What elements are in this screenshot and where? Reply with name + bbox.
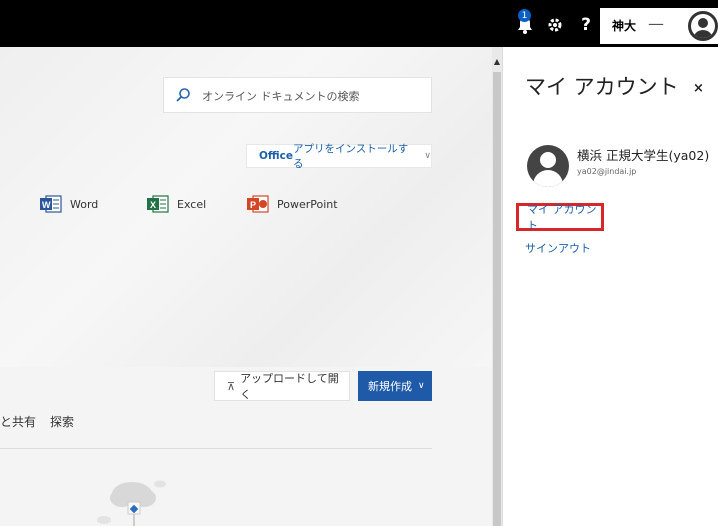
chevron-down-icon: ∨ xyxy=(424,151,431,161)
install-office-button[interactable]: Office アプリをインストールする ∨ xyxy=(246,143,432,170)
search-icon xyxy=(176,88,190,102)
gear-icon xyxy=(548,18,562,32)
app-word[interactable]: W Word xyxy=(40,195,98,213)
install-office-label: アプリをインストールする xyxy=(292,143,409,170)
install-office-bold: Office xyxy=(259,150,293,162)
app-powerpoint-label: PowerPoint xyxy=(277,197,338,211)
user-dash: — xyxy=(648,14,664,33)
avatar[interactable] xyxy=(688,11,718,41)
scrollbar-thumb[interactable] xyxy=(493,72,501,526)
upload-open-button[interactable]: ⊼ アップロードして開く xyxy=(214,371,350,401)
tab-discover[interactable]: 探索 xyxy=(50,413,74,430)
user-name: 神大 xyxy=(612,19,637,33)
svg-text:P: P xyxy=(250,200,256,210)
close-button[interactable]: × xyxy=(693,81,704,96)
search-input[interactable]: オンライン ドキュメントの検索 xyxy=(163,77,432,113)
scroll-up-icon[interactable]: ▲ xyxy=(492,57,502,66)
new-label: 新規作成 xyxy=(368,380,412,393)
notification-badge: 1 xyxy=(518,9,531,22)
sign-out-link[interactable]: サインアウト xyxy=(525,240,591,256)
account-avatar xyxy=(527,145,569,187)
my-account-link[interactable]: マイ アカウント xyxy=(516,203,604,232)
help-button[interactable]: ? xyxy=(571,8,601,42)
app-excel-label: Excel xyxy=(177,197,207,211)
settings-button[interactable] xyxy=(540,8,570,42)
upload-label: アップロードして開く xyxy=(240,372,339,401)
account-name: 横浜 正規大学生(ya02) xyxy=(577,148,710,163)
main-content: オンライン ドキュメントの検索 Office アプリをインストールする ∨ W … xyxy=(0,47,492,526)
upload-icon: ⊼ xyxy=(227,379,236,393)
divider xyxy=(0,448,432,449)
panel-title: マイ アカウント xyxy=(525,75,679,99)
svg-text:X: X xyxy=(150,200,156,210)
user-menu[interactable]: 神大 — xyxy=(600,8,718,44)
account-email: ya02@jindai.jp xyxy=(577,167,637,176)
new-document-button[interactable]: 新規作成 ∨ xyxy=(358,371,432,401)
scrollbar[interactable]: ▲ xyxy=(492,47,502,526)
powerpoint-icon: P xyxy=(247,195,269,213)
svg-text:W: W xyxy=(42,200,51,210)
account-panel: マイ アカウント × 横浜 正規大学生(ya02) ya02@jindai.jp… xyxy=(502,47,718,526)
document-tabs: と共有 探索 xyxy=(0,413,88,430)
search-placeholder: オンライン ドキュメントの検索 xyxy=(202,90,360,103)
cloud-illustration xyxy=(97,480,166,526)
app-word-label: Word xyxy=(70,197,99,211)
app-excel[interactable]: X Excel xyxy=(147,195,206,213)
excel-icon: X xyxy=(147,195,169,213)
chevron-down-icon: ∨ xyxy=(418,381,425,391)
word-icon: W xyxy=(40,195,62,213)
tab-shared[interactable]: と共有 xyxy=(0,413,36,430)
app-powerpoint[interactable]: P PowerPoint xyxy=(247,195,338,213)
top-bar: 1 ? 神大 — xyxy=(0,0,718,47)
